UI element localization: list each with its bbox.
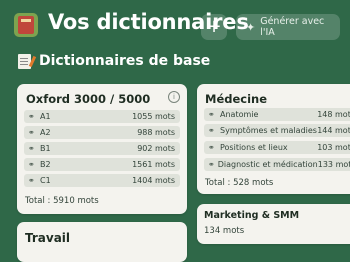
card-title: Médecine [205,92,268,106]
card-title: Oxford 3000 / 5000 [26,92,151,106]
link-icon: ⚭ [28,160,35,169]
link-icon: ⚭ [28,144,35,153]
link-icon: ⚭ [28,112,35,121]
item-label: A1 [40,112,51,121]
section-title: Dictionnaires de base [18,53,210,69]
generate-ai-label: Générer avec l'IA [260,16,325,38]
item-count: 988 mots [137,128,175,137]
dictionary-card-oxford[interactable]: Oxford 3000 / 5000 i ⚭ A1 1055 mots ⚭ A2… [17,84,187,214]
item-label: Anatomie [220,110,259,119]
list-item[interactable]: ⚭ B2 1561 mots [24,158,180,171]
dictionary-card-medecine[interactable]: Médecine ⚭ Anatomie 148 mots ⚭ Symptômes… [197,84,350,194]
sparkle-icon: ✦ [246,20,256,34]
link-icon: ⚭ [208,143,215,152]
list-item[interactable]: ⚭ Anatomie 148 mots [204,108,350,121]
memo-icon [18,53,31,69]
list-item[interactable]: ⚭ A1 1055 mots [24,110,180,123]
section-title-text: Dictionnaires de base [39,53,211,69]
item-label: B1 [40,144,51,153]
list-item[interactable]: ⚭ Positions et lieux 103 mots [204,141,350,154]
total-count: Total : 5910 mots [25,196,99,206]
header: Vos dictionnaires + ✦ Générer avec l'IA [0,0,350,52]
add-dictionary-button[interactable]: + [201,14,227,40]
total-count: Total : 528 mots [205,178,274,188]
link-icon: ⚭ [208,110,215,119]
item-count: 133 mots [317,160,350,169]
item-label: C1 [40,176,51,185]
list-item[interactable]: ⚭ Diagnostic et médication 133 mots [204,158,350,171]
link-icon: ⚭ [28,176,35,185]
card-title: Marketing & SMM [204,210,300,221]
dictionary-card-marketing[interactable]: Marketing & SMM 134 mots [197,204,350,244]
dictionary-card-travail[interactable]: Travail [17,222,187,262]
item-count: 1055 mots [132,112,175,121]
item-label: A2 [40,128,51,137]
item-label: Positions et lieux [220,143,288,152]
books-icon [14,13,38,37]
info-icon[interactable]: i [168,91,180,103]
item-count: 103 mots [317,143,350,152]
item-count: 902 mots [137,144,175,153]
generate-ai-button[interactable]: ✦ Générer avec l'IA [236,14,340,40]
item-label: B2 [40,160,51,169]
card-title: Travail [25,231,71,245]
item-count: 148 mots [317,110,350,119]
item-label: Symptômes et maladies [220,126,317,135]
item-label: Diagnostic et médication [217,160,318,169]
item-count: 1404 mots [132,176,175,185]
link-icon: ⚭ [208,160,215,169]
link-icon: ⚭ [208,126,215,135]
card-subtitle: 134 mots [204,226,245,236]
list-item[interactable]: ⚭ B1 902 mots [24,142,180,155]
item-count: 1561 mots [132,160,175,169]
list-item[interactable]: ⚭ C1 1404 mots [24,174,180,187]
link-icon: ⚭ [28,128,35,137]
item-count: 144 mots [317,126,350,135]
list-item[interactable]: ⚭ Symptômes et maladies 144 mots [204,124,350,137]
list-item[interactable]: ⚭ A2 988 mots [24,126,180,139]
